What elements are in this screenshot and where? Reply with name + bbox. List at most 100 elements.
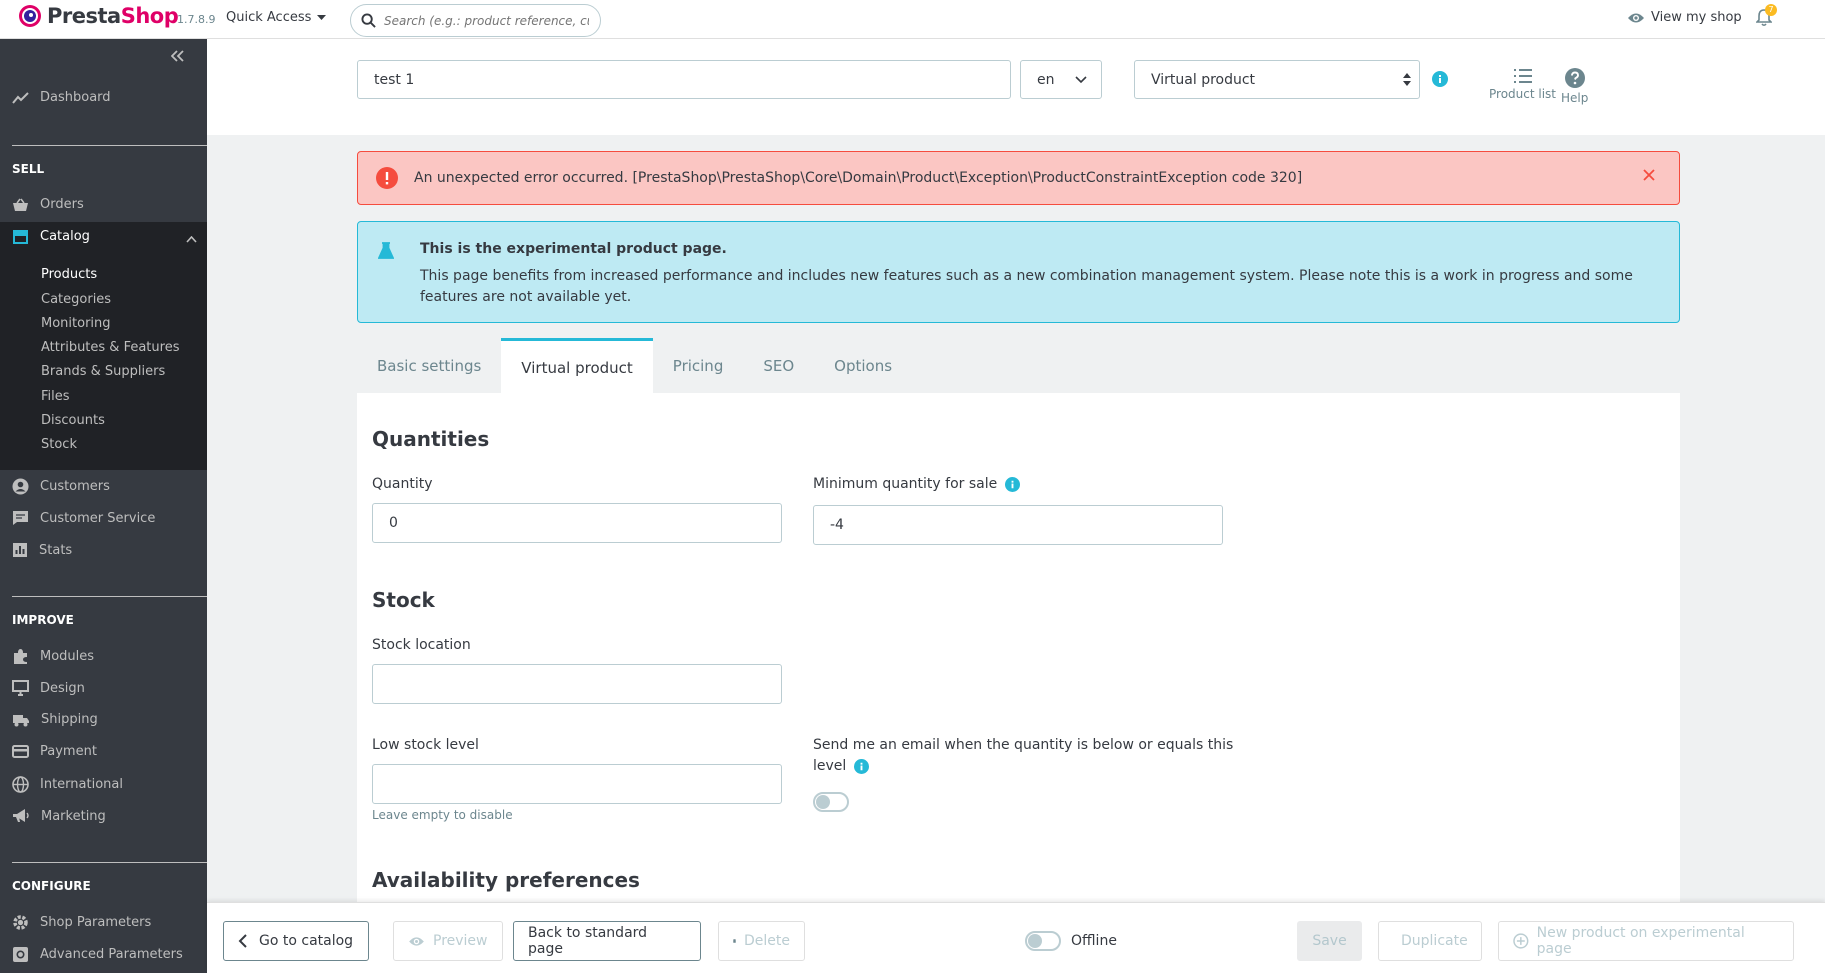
notification-badge: 7 bbox=[1765, 4, 1777, 16]
close-icon bbox=[1643, 169, 1655, 181]
sidebar-heading-configure: CONFIGURE bbox=[12, 879, 91, 893]
footer-toolbar: Go to catalog Preview Back to standard p… bbox=[207, 902, 1825, 973]
min-qty-input[interactable]: -4 bbox=[813, 505, 1223, 545]
sidebar-item-label: Advanced Parameters bbox=[40, 947, 183, 962]
stock-location-label: Stock location bbox=[372, 637, 471, 653]
quantity-input[interactable]: 0 bbox=[372, 503, 782, 543]
save-label: Save bbox=[1312, 933, 1347, 949]
new-product-label: New product on experimental page bbox=[1536, 925, 1745, 957]
top-bar: PrestaShop 1.7.8.9 Quick Access View my … bbox=[0, 0, 1825, 39]
offline-label: Offline bbox=[1071, 933, 1117, 949]
store-icon bbox=[13, 230, 28, 244]
megaphone-icon bbox=[13, 809, 29, 822]
gear-icon bbox=[13, 915, 28, 930]
info-alert: This is the experimental product page. T… bbox=[357, 221, 1680, 323]
new-product-button[interactable]: New product on experimental page bbox=[1498, 921, 1794, 961]
sidebar-item-shop-parameters[interactable]: Shop Parameters bbox=[12, 914, 151, 931]
help-button[interactable]: Help bbox=[1561, 68, 1588, 105]
sidebar-item-shipping[interactable]: Shipping bbox=[12, 712, 98, 727]
preview-button[interactable]: Preview bbox=[393, 921, 503, 961]
product-type-info-button[interactable] bbox=[1432, 71, 1448, 87]
add-circle-icon bbox=[1513, 933, 1529, 949]
back-to-standard-page-button[interactable]: Back to standard page bbox=[513, 921, 701, 961]
online-toggle[interactable] bbox=[1025, 931, 1061, 951]
duplicate-label: Duplicate bbox=[1401, 933, 1468, 949]
chevron-left-icon bbox=[238, 934, 247, 948]
sidebar-item-catalog[interactable]: Catalog bbox=[12, 229, 90, 244]
language-select[interactable]: en bbox=[1020, 60, 1102, 99]
product-name-input[interactable]: test 1 bbox=[357, 60, 1011, 99]
view-shop-link[interactable]: View my shop bbox=[1627, 10, 1742, 25]
product-list-button[interactable]: Product list bbox=[1489, 68, 1556, 101]
sidebar-item-label: Stats bbox=[39, 542, 73, 558]
save-button[interactable]: Save bbox=[1297, 921, 1362, 961]
sidebar-divider bbox=[12, 596, 207, 597]
low-stock-input[interactable] bbox=[372, 764, 782, 804]
duplicate-button[interactable]: Duplicate bbox=[1378, 921, 1482, 961]
sidebar-item-design[interactable]: Design bbox=[12, 680, 85, 696]
virtual-product-panel: Quantities Quantity 0 Minimum quantity f… bbox=[357, 393, 1680, 903]
back-to-standard-label: Back to standard page bbox=[528, 925, 648, 957]
close-alert-button[interactable] bbox=[1643, 169, 1655, 181]
sidebar-item-stats[interactable]: Stats bbox=[12, 542, 72, 558]
tab-virtual-product[interactable]: Virtual product bbox=[501, 338, 653, 393]
search-box[interactable] bbox=[350, 4, 601, 37]
tab-basic-settings[interactable]: Basic settings bbox=[357, 338, 501, 393]
email-alert-label-line2: level bbox=[813, 758, 847, 774]
product-tabs: Basic settings Virtual product Pricing S… bbox=[357, 338, 912, 393]
info-icon[interactable] bbox=[1005, 476, 1021, 492]
stock-location-input[interactable] bbox=[372, 664, 782, 704]
submenu-item-stock[interactable]: Stock bbox=[41, 437, 77, 452]
sidebar-item-customer-service[interactable]: Customer Service bbox=[12, 510, 155, 526]
search-input[interactable] bbox=[384, 13, 589, 28]
info-alert-body: This page benefits from increased perfor… bbox=[420, 268, 1633, 305]
error-icon bbox=[376, 167, 398, 189]
sidebar-item-customers[interactable]: Customers bbox=[12, 478, 110, 495]
basket-icon bbox=[13, 198, 28, 211]
submenu-item-products[interactable]: Products bbox=[41, 267, 97, 282]
submenu-item-attributes-features[interactable]: Attributes & Features bbox=[41, 340, 179, 355]
double-chevron-left-icon bbox=[171, 50, 184, 62]
notifications-button[interactable]: 7 bbox=[1756, 4, 1777, 27]
submenu-item-discounts[interactable]: Discounts bbox=[41, 413, 105, 428]
quick-access-dropdown[interactable]: Quick Access bbox=[226, 10, 327, 25]
tab-seo[interactable]: SEO bbox=[743, 338, 814, 393]
quantities-heading: Quantities bbox=[372, 427, 490, 451]
go-to-catalog-button[interactable]: Go to catalog bbox=[223, 921, 369, 961]
info-icon[interactable] bbox=[854, 758, 870, 774]
sidebar-item-label: Shop Parameters bbox=[40, 915, 152, 930]
tab-options[interactable]: Options bbox=[814, 338, 912, 393]
submenu-item-files[interactable]: Files bbox=[41, 389, 70, 404]
quantity-value: 0 bbox=[389, 515, 398, 531]
trash-icon bbox=[733, 939, 736, 943]
sidebar-item-marketing[interactable]: Marketing bbox=[12, 808, 106, 824]
delete-button[interactable]: Delete bbox=[718, 921, 805, 961]
sidebar-item-modules[interactable]: Modules bbox=[12, 648, 94, 665]
tab-pricing[interactable]: Pricing bbox=[653, 338, 744, 393]
sidebar-item-dashboard[interactable]: Dashboard bbox=[12, 90, 111, 105]
sidebar-item-label: Customer Service bbox=[40, 510, 156, 526]
brand-shop-part: Shop bbox=[120, 4, 179, 28]
submenu-item-categories[interactable]: Categories bbox=[41, 292, 111, 307]
sidebar-item-advanced-parameters[interactable]: Advanced Parameters bbox=[12, 946, 183, 963]
trending-up-icon bbox=[12, 91, 29, 104]
sidebar-item-international[interactable]: International bbox=[12, 776, 123, 793]
min-qty-label-group: Minimum quantity for sale bbox=[813, 476, 1021, 492]
min-qty-value: -4 bbox=[830, 517, 844, 533]
language-value: en bbox=[1037, 71, 1055, 88]
sidebar-item-payment[interactable]: Payment bbox=[12, 744, 97, 759]
eye-icon bbox=[1628, 13, 1644, 22]
delete-label: Delete bbox=[744, 933, 790, 949]
sidebar-heading-sell: SELL bbox=[12, 162, 45, 176]
submenu-item-brands-suppliers[interactable]: Brands & Suppliers bbox=[41, 364, 165, 379]
prestashop-logo[interactable]: PrestaShop bbox=[18, 4, 179, 28]
product-type-select[interactable]: Virtual product bbox=[1134, 60, 1420, 99]
sidebar-item-orders[interactable]: Orders bbox=[12, 197, 84, 212]
collapse-sidebar-button[interactable] bbox=[171, 50, 185, 62]
min-qty-label: Minimum quantity for sale bbox=[813, 476, 998, 492]
go-to-catalog-label: Go to catalog bbox=[259, 933, 354, 949]
caret-down-icon bbox=[317, 14, 327, 20]
submenu-item-monitoring[interactable]: Monitoring bbox=[41, 316, 111, 331]
low-stock-email-toggle[interactable] bbox=[813, 792, 849, 812]
sidebar-item-label: Design bbox=[40, 680, 85, 696]
